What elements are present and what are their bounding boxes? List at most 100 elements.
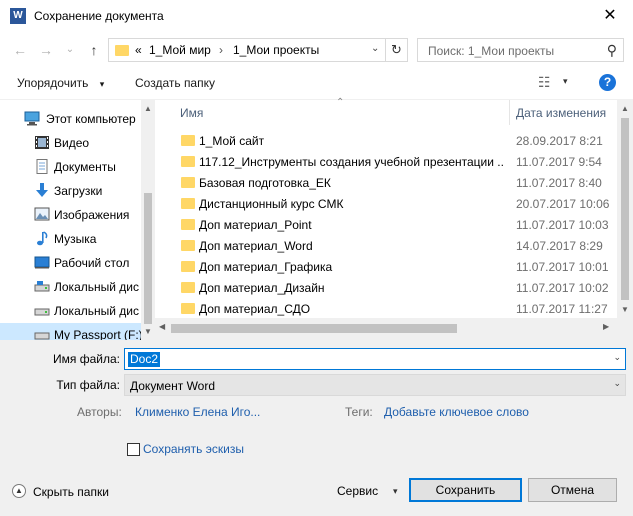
file-row[interactable]: 117.12_Инструменты создания учебной през…: [170, 151, 617, 172]
sidebar-item-label: Рабочий стол: [54, 256, 130, 270]
file-row[interactable]: Доп материал_Word 14.07.2017 8:29: [170, 235, 617, 256]
chevron-down-icon: ▾: [99, 79, 105, 89]
file-row[interactable]: Доп материал_СДО 11.07.2017 11:27: [170, 298, 617, 319]
horizontal-scroll-thumb[interactable]: [171, 324, 457, 333]
back-button[interactable]: ←: [10, 40, 30, 60]
filetype-select[interactable]: Документ Word ⌄: [124, 374, 626, 396]
sidebar-item-local-disk-d[interactable]: Локальный дис: [0, 299, 140, 323]
refresh-button[interactable]: ↻: [385, 39, 407, 61]
file-name: Дистанционный курс СМК: [199, 197, 344, 211]
file-date: 11.07.2017 10:02: [516, 281, 609, 295]
chevron-up-icon[interactable]: ▲: [12, 484, 26, 498]
authors-field[interactable]: Клименко Елена Иго...: [135, 405, 260, 419]
tools-button[interactable]: Сервис: [337, 484, 378, 498]
chevron-down-icon[interactable]: ⌄: [613, 378, 621, 389]
cancel-button[interactable]: Отмена: [528, 478, 617, 502]
save-thumbnails-checkbox[interactable]: [127, 443, 140, 456]
navigation-pane: Этот компьютер Видео Документы Загрузки …: [0, 100, 155, 340]
forward-button[interactable]: →: [36, 40, 56, 60]
file-name: 117.12_Инструменты создания учебной през…: [199, 155, 504, 169]
sidebar-scroll-thumb[interactable]: [144, 193, 152, 324]
recent-locations-button[interactable]: ⌄: [60, 40, 80, 60]
scroll-left-icon[interactable]: ◀: [159, 322, 165, 331]
downloads-icon: [36, 183, 48, 197]
vertical-scroll-thumb[interactable]: [621, 118, 629, 300]
file-name: Доп материал_Дизайн: [199, 281, 325, 295]
save-button[interactable]: Сохранить: [409, 478, 522, 502]
new-folder-button[interactable]: Создать папку: [135, 76, 215, 90]
video-icon: [35, 136, 49, 149]
hide-folders-button[interactable]: Скрыть папки: [33, 485, 109, 499]
sidebar-item-music[interactable]: Музыка: [0, 227, 140, 251]
sidebar-scroll-up-icon[interactable]: ▲: [141, 104, 155, 113]
sidebar-item-this-pc[interactable]: Этот компьютер: [0, 107, 140, 131]
column-header-date[interactable]: Дата изменения: [516, 106, 606, 120]
sidebar-item-label: Загрузки: [54, 184, 103, 198]
folder-icon: [181, 177, 195, 188]
scroll-up-icon[interactable]: ▲: [617, 104, 633, 113]
column-header-name[interactable]: Имя: [180, 106, 203, 120]
file-name: 1_Мой сайт: [199, 134, 265, 148]
file-date: 11.07.2017 10:03: [516, 218, 609, 232]
sidebar-item-pictures[interactable]: Изображения: [0, 203, 140, 227]
chevron-down-icon[interactable]: ⌄: [613, 352, 621, 363]
sidebar-item-documents[interactable]: Документы: [0, 155, 140, 179]
organize-label: Упорядочить: [17, 76, 89, 90]
breadcrumb-separator: ›: [219, 43, 223, 57]
sidebar-item-local-disk-c[interactable]: Локальный дис: [0, 275, 140, 299]
file-name: Доп материал_СДО: [199, 302, 311, 316]
search-icon[interactable]: ⚲: [607, 42, 617, 59]
file-name: Доп материал_Word: [199, 239, 313, 253]
breadcrumb-item-my-world[interactable]: 1_Мой мир: [149, 43, 211, 57]
word-app-icon: W: [10, 8, 26, 24]
filetype-label: Тип файла:: [56, 378, 120, 392]
column-divider[interactable]: [509, 100, 510, 125]
sidebar-item-label: Видео: [54, 136, 90, 150]
file-row[interactable]: 1_Мой сайт 28.09.2017 8:21: [170, 130, 617, 151]
drive-icon: [34, 281, 50, 292]
view-options-icon[interactable]: ☷: [538, 74, 551, 91]
filename-value: Doc2: [128, 352, 161, 367]
file-date: 11.07.2017 8:40: [516, 176, 602, 190]
breadcrumb-overflow[interactable]: «: [135, 43, 142, 57]
filename-input[interactable]: Doc2 ⌄: [124, 348, 626, 370]
file-row[interactable]: Базовая подготовка_ЕК 11.07.2017 8:40: [170, 172, 617, 193]
sidebar-item-my-passport[interactable]: My Passport (F:): [0, 323, 143, 340]
breadcrumb-item-my-projects[interactable]: 1_Мои проекты: [233, 43, 319, 57]
help-icon[interactable]: ?: [599, 74, 616, 91]
chevron-down-icon[interactable]: ▾: [393, 486, 398, 497]
file-date: 14.07.2017 8:29: [516, 239, 603, 253]
file-name: Доп материал_Point: [199, 218, 312, 232]
sidebar-item-downloads[interactable]: Загрузки: [0, 179, 140, 203]
tags-field[interactable]: Добавьте ключевое слово: [384, 405, 529, 419]
folder-icon: [181, 219, 195, 230]
documents-icon: [36, 159, 48, 174]
file-name: Базовая подготовка_ЕК: [199, 176, 331, 190]
scroll-right-icon[interactable]: ▶: [603, 322, 609, 331]
file-row[interactable]: Дистанционный курс СМК 20.07.2017 10:06: [170, 193, 617, 214]
command-bar: Упорядочить ▾ Создать папку ☷ ▾ ?: [0, 68, 633, 98]
sidebar-item-label: Изображения: [54, 208, 130, 222]
file-row[interactable]: Доп материал_Дизайн 11.07.2017 10:02: [170, 277, 617, 298]
search-box[interactable]: Поиск: 1_Мои проекты ⚲: [417, 38, 624, 62]
file-date: 11.07.2017 9:54: [516, 155, 602, 169]
address-dropdown-icon[interactable]: ⌄: [371, 43, 379, 54]
up-folder-button[interactable]: ↑: [84, 40, 104, 60]
folder-icon: [115, 45, 129, 56]
sidebar-item-label: Музыка: [54, 232, 97, 246]
save-thumbnails-label[interactable]: Сохранять эскизы: [143, 442, 244, 456]
close-button[interactable]: ✕: [587, 0, 633, 31]
sidebar-scroll-down-icon[interactable]: ▼: [141, 327, 155, 336]
sidebar-item-video[interactable]: Видео: [0, 131, 140, 155]
address-bar[interactable]: « 1_Мой мир › 1_Мои проекты ⌄ ↻: [108, 38, 408, 62]
file-row[interactable]: Доп материал_Point 11.07.2017 10:03: [170, 214, 617, 235]
sidebar-item-label: Локальный дис: [54, 304, 139, 318]
scroll-down-icon[interactable]: ▼: [617, 305, 633, 314]
filename-label: Имя файла:: [53, 352, 120, 366]
file-date: 11.07.2017 10:01: [516, 260, 609, 274]
chevron-down-icon[interactable]: ▾: [563, 76, 568, 87]
navigation-bar: ← → ⌄ ↑ « 1_Мой мир › 1_Мои проекты ⌄ ↻ …: [0, 34, 633, 64]
organize-button[interactable]: Упорядочить ▾: [17, 76, 104, 90]
sidebar-item-desktop[interactable]: Рабочий стол: [0, 251, 140, 275]
file-row[interactable]: Доп материал_Графика 11.07.2017 10:01: [170, 256, 617, 277]
